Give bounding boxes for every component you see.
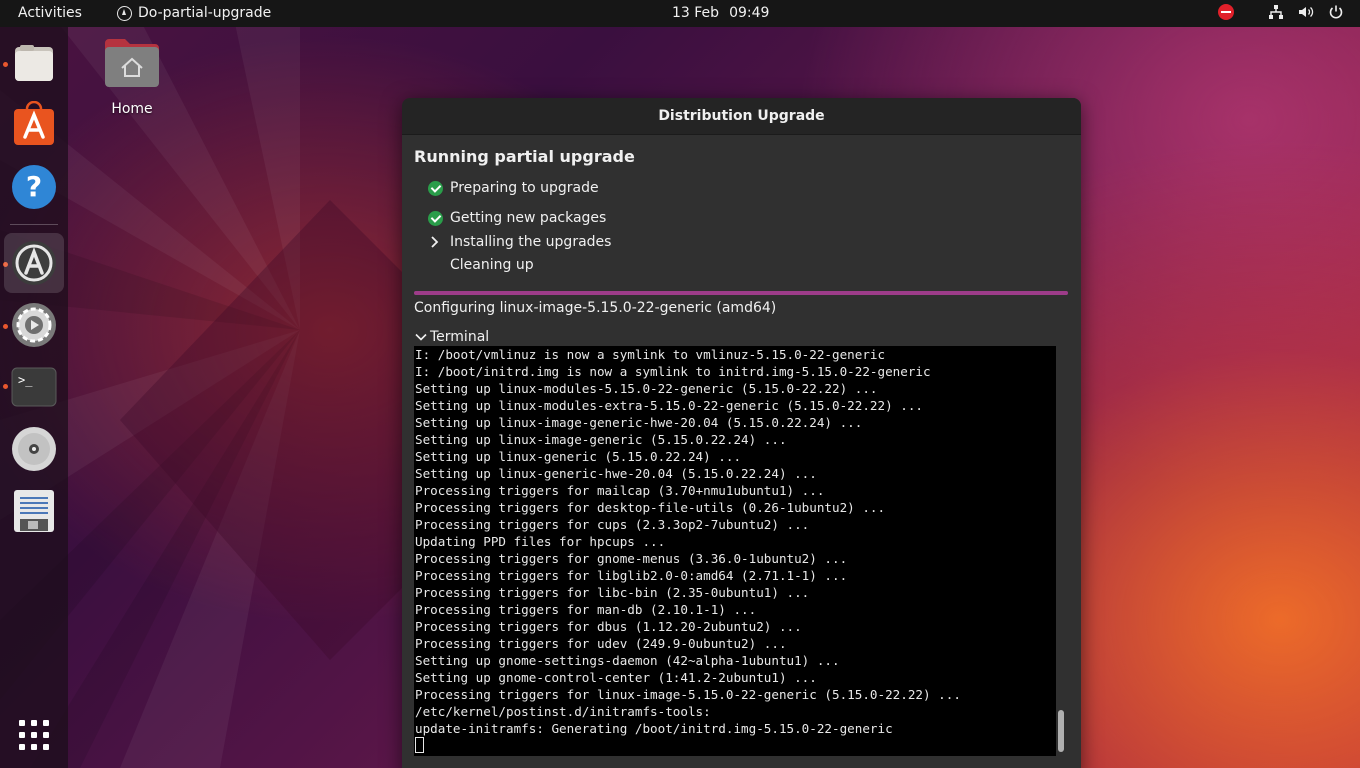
step-cleaning-up: Cleaning up (426, 256, 534, 274)
files-launcher[interactable] (4, 33, 64, 93)
terminal-line: Setting up linux-image-generic (5.15.0.2… (415, 432, 787, 447)
top-bar: Activities Do-partial-upgrade 13 Feb 09:… (0, 0, 1360, 27)
network-icon[interactable] (1268, 4, 1284, 20)
app-menu[interactable]: Do-partial-upgrade (117, 5, 271, 21)
terminal-line: Processing triggers for cups (2.3.3op2-7… (415, 517, 810, 532)
terminal-line: Setting up gnome-settings-daemon (42~alp… (415, 653, 840, 668)
terminal-launcher[interactable]: >_ (4, 357, 64, 417)
files-icon (15, 45, 53, 81)
terminal-line: Updating PPD files for hpcups ... (415, 534, 666, 549)
software-updater-icon (117, 5, 132, 21)
clock-time: 09:49 (729, 5, 770, 21)
software-updater-icon (12, 241, 56, 285)
dock: ? >_ (0, 27, 68, 768)
settings-icon (12, 303, 56, 347)
system-tray[interactable] (1218, 4, 1344, 20)
software-updater-launcher[interactable] (4, 233, 64, 293)
text-editor-launcher[interactable] (4, 481, 64, 541)
chevron-down-icon (415, 333, 427, 341)
terminal-line: Processing triggers for desktop-file-uti… (415, 500, 886, 515)
terminal-line: Processing triggers for linux-image-5.15… (415, 687, 961, 702)
dialog-header[interactable]: Distribution Upgrade (402, 98, 1081, 135)
show-apps-button[interactable] (4, 705, 64, 765)
step-label: Installing the upgrades (450, 234, 612, 250)
clock[interactable]: 13 Feb 09:49 (672, 5, 769, 21)
power-icon[interactable] (1328, 4, 1344, 20)
terminal-output[interactable]: I: /boot/vmlinuz is now a symlink to vml… (414, 346, 1056, 756)
terminal-line: /etc/kernel/postinst.d/initramfs-tools: (415, 704, 711, 719)
terminal-label: Terminal (430, 329, 490, 345)
step-label: Cleaning up (450, 257, 534, 273)
step-label: Preparing to upgrade (450, 180, 599, 196)
progress-bar (414, 291, 1068, 295)
disc-launcher[interactable] (4, 419, 64, 479)
terminal-cursor (415, 737, 424, 753)
volume-icon[interactable] (1298, 4, 1314, 20)
help-launcher[interactable]: ? (4, 157, 64, 217)
text-editor-icon (14, 490, 54, 532)
progress-fill (414, 291, 1068, 295)
do-not-disturb-icon[interactable] (1218, 4, 1234, 20)
terminal-line: Processing triggers for udev (249.9-0ubu… (415, 636, 787, 651)
dock-separator (10, 224, 58, 225)
terminal-line: Setting up linux-modules-5.15.0-22-gener… (415, 381, 878, 396)
terminal-scrollbar[interactable] (1058, 710, 1064, 752)
home-folder-desktop-icon[interactable]: Home (98, 37, 166, 117)
terminal-cursor-line (415, 737, 1056, 754)
svg-text:>_: >_ (18, 373, 33, 387)
terminal-line: Processing triggers for libc-bin (2.35-0… (415, 585, 810, 600)
terminal-line: update-initramfs: Generating /boot/initr… (415, 721, 893, 736)
terminal-line: Setting up linux-image-generic-hwe-20.04… (415, 415, 863, 430)
settings-launcher[interactable] (4, 295, 64, 355)
terminal-icon: >_ (11, 367, 57, 407)
distribution-upgrade-dialog: Distribution Upgrade Running partial upg… (402, 98, 1081, 768)
terminal-line: I: /boot/initrd.img is now a symlink to … (415, 364, 931, 379)
terminal-line: Setting up linux-modules-extra-5.15.0-22… (415, 398, 923, 413)
clock-date: 13 Feb (672, 5, 720, 21)
activities-button[interactable]: Activities (18, 5, 82, 21)
step-label: Getting new packages (450, 210, 607, 226)
step-getting-packages: Getting new packages (426, 209, 606, 227)
check-icon (427, 210, 443, 226)
home-label: Home (111, 101, 153, 117)
terminal-line: I: /boot/vmlinuz is now a symlink to vml… (415, 347, 886, 362)
app-center-launcher[interactable] (4, 94, 64, 154)
help-icon: ? (12, 165, 56, 209)
upgrade-heading: Running partial upgrade (414, 147, 635, 166)
step-installing: Installing the upgrades (426, 233, 611, 251)
step-preparing: Preparing to upgrade (426, 179, 599, 197)
app-center-icon (14, 101, 54, 145)
terminal-line: Setting up linux-generic (5.15.0.22.24) … (415, 449, 742, 464)
dialog-title: Distribution Upgrade (658, 108, 825, 124)
app-grid-icon (19, 720, 49, 750)
app-menu-label: Do-partial-upgrade (138, 5, 272, 21)
terminal-line: Processing triggers for mailcap (3.70+nm… (415, 483, 825, 498)
terminal-line: Setting up linux-generic-hwe-20.04 (5.15… (415, 466, 817, 481)
terminal-line: Setting up gnome-control-center (1:41.2-… (415, 670, 817, 685)
terminal-line: Processing triggers for dbus (1.12.20-2u… (415, 619, 802, 634)
terminal-line: Processing triggers for gnome-menus (3.3… (415, 551, 848, 566)
svg-text:?: ? (26, 170, 42, 203)
terminal-expander[interactable]: Terminal (414, 329, 489, 345)
check-icon (427, 180, 443, 196)
status-text: Configuring linux-image-5.15.0-22-generi… (414, 300, 777, 316)
disc-icon (12, 427, 56, 471)
terminal-line: Processing triggers for man-db (2.10.1-1… (415, 602, 757, 617)
terminal-line: Processing triggers for libglib2.0-0:amd… (415, 568, 848, 583)
home-folder-icon (105, 39, 159, 87)
chevron-right-icon (431, 236, 439, 248)
